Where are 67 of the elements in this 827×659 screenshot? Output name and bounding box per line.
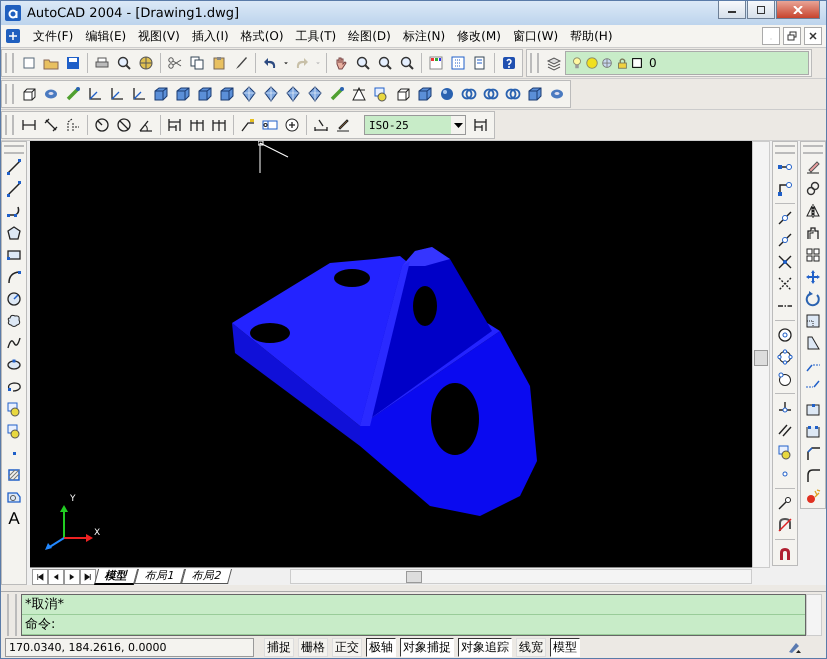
vertical-scrollbar[interactable] [752,141,770,568]
window-title: AutoCAD 2004 - [Drawing1.dwg] [27,6,240,20]
app-logo-icon [5,5,21,21]
status-toggle-button[interactable]: 对象追踪 [458,638,512,656]
last-icon[interactable] [80,568,96,584]
menu-item[interactable]: 帮助(H) [564,28,619,44]
padlock-icon [615,56,629,70]
toolbar-grip[interactable] [5,53,14,73]
command-line-text: 命令: [22,615,805,635]
layer-name: 0 [649,56,657,70]
command-scrollbar[interactable] [806,594,822,636]
status-toggle-button[interactable]: 捕捉 [264,638,294,656]
toolbar-grip[interactable] [530,53,539,73]
coordinates-display: 170.0340, 184.2616, 0.0000 [5,638,254,656]
first-icon[interactable] [32,568,48,584]
maximize-button[interactable] [747,1,775,19]
command-line-text: *取消* [22,595,805,615]
status-toggle-button[interactable]: 栅格 [298,638,328,656]
layout-tab[interactable]: 模型 [94,568,138,584]
maximize-icon [756,6,766,14]
layout-tab[interactable]: 布局1 [134,569,185,584]
menu-item[interactable]: 修改(M) [451,28,507,44]
menu-item[interactable]: 格式(O) [234,28,290,44]
scroll-thumb[interactable] [406,571,422,583]
menu-item[interactable]: 绘图(D) [342,28,397,44]
sun-icon [585,56,599,70]
ucs-axes-icon [42,504,94,550]
toolbar-grip[interactable] [5,115,14,135]
menu-item[interactable]: 窗口(W) [506,28,564,44]
x-axis-label: X [94,528,100,538]
status-toggle-button[interactable]: 模型 [550,638,580,656]
menu-item[interactable]: 标注(N) [396,28,452,44]
toolbar-grip[interactable] [775,145,795,154]
status-toggle-button[interactable]: 极轴 [366,638,396,656]
dimension-style-dropdown[interactable]: ISO-25 [364,115,466,135]
lightbulb-icon [570,56,584,70]
text-tool[interactable]: A [3,508,25,530]
restore-icon [786,30,798,42]
dimension-style-value: ISO-25 [369,118,410,132]
square-icon [630,56,644,70]
status-toggle-button[interactable]: 线宽 [516,638,546,656]
menu-item[interactable]: 文件(F) [27,28,80,44]
snowflake-icon [600,56,614,70]
menu-item[interactable]: 编辑(E) [79,28,132,44]
menu-item[interactable]: 工具(T) [290,28,342,44]
y-axis-label: Y [70,494,76,504]
close-button[interactable] [804,27,822,45]
next-icon[interactable] [64,568,80,584]
status-toggle-button[interactable]: 正交 [332,638,362,656]
close-icon [793,6,803,14]
drawing-canvas[interactable]: Y X [30,141,752,567]
toolbar-grip[interactable] [803,145,823,154]
crosshair-cursor-icon [258,141,290,175]
close-icon [807,30,819,42]
toolbar-grip[interactable] [5,84,14,104]
menu-item[interactable]: 插入(I) [186,28,235,44]
restore-button[interactable] [783,27,801,45]
status-toggle-button[interactable]: 对象捕捉 [400,638,454,656]
minimize-button[interactable] [718,1,746,19]
horizontal-scrollbar[interactable] [290,569,752,584]
layout-tab[interactable]: 布局2 [181,569,232,584]
drawing-document-icon[interactable] [5,28,21,44]
toolbar-grip[interactable] [4,145,24,154]
previous-icon[interactable] [48,568,64,584]
layer-dropdown[interactable]: 0 [565,51,809,75]
scroll-thumb[interactable] [754,350,768,366]
menu-item[interactable]: 视图(V) [132,28,186,44]
